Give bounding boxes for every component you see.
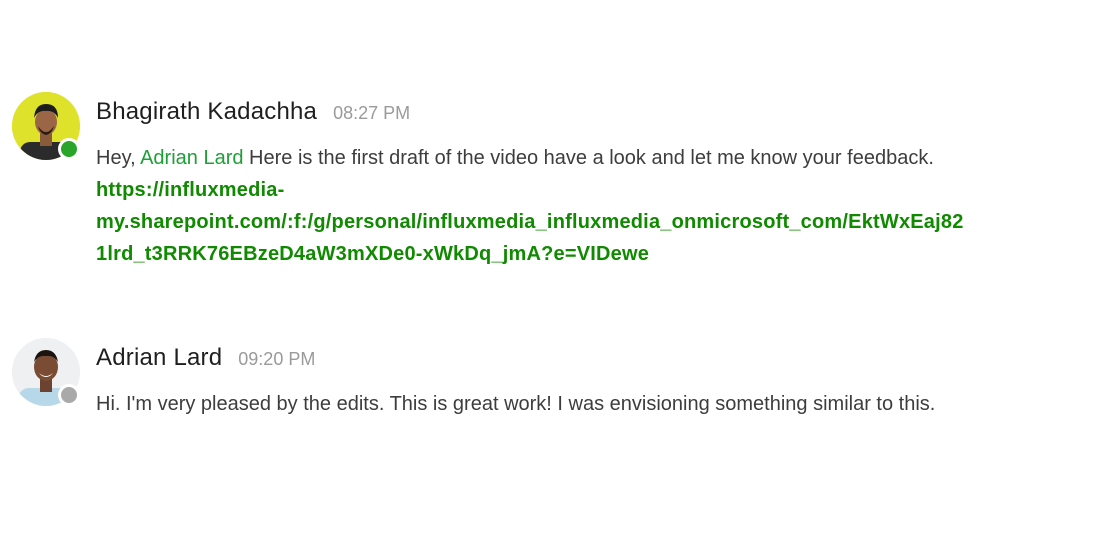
message-body: Hi. I'm very pleased by the edits. This … — [96, 393, 936, 415]
message-content: Adrian Lard 09:20 PM Hi. I'm very please… — [96, 338, 1096, 420]
avatar-container[interactable] — [12, 338, 80, 406]
link-line: https://influxmedia- — [96, 179, 285, 201]
user-mention[interactable]: Adrian Lard — [140, 147, 243, 169]
link-line: my.sharepoint.com/:f:/g/personal/influxm… — [96, 211, 964, 233]
offline-status-indicator — [58, 384, 80, 406]
message-thread: Bhagirath Kadachha 08:27 PM Hey, Adrian … — [0, 0, 1108, 551]
avatar-container[interactable] — [12, 92, 80, 160]
shared-link[interactable]: https://influxmedia- my.sharepoint.com/:… — [96, 174, 1096, 270]
message-text: Here is the first draft of the video hav… — [243, 147, 934, 169]
message-body: Hey, Adrian Lard Here is the first draft… — [96, 142, 1096, 270]
message-timestamp: 08:27 PM — [333, 103, 411, 123]
link-line: 1lrd_t3RRK76EBzeD4aW3mXDe0-xWkDq_jmA?e=V… — [96, 243, 650, 265]
message-item: Adrian Lard 09:20 PM Hi. I'm very please… — [12, 338, 1096, 420]
message-text: Hey, — [96, 147, 141, 169]
author-name[interactable]: Adrian Lard — [96, 344, 222, 372]
message-header: Bhagirath Kadachha 08:27 PM — [96, 98, 1096, 128]
author-name[interactable]: Bhagirath Kadachha — [96, 98, 317, 126]
message-content: Bhagirath Kadachha 08:27 PM Hey, Adrian … — [96, 92, 1096, 270]
message-header: Adrian Lard 09:20 PM — [96, 344, 1096, 374]
message-timestamp: 09:20 PM — [238, 349, 316, 369]
online-status-indicator — [58, 138, 80, 160]
message-item: Bhagirath Kadachha 08:27 PM Hey, Adrian … — [12, 92, 1096, 270]
